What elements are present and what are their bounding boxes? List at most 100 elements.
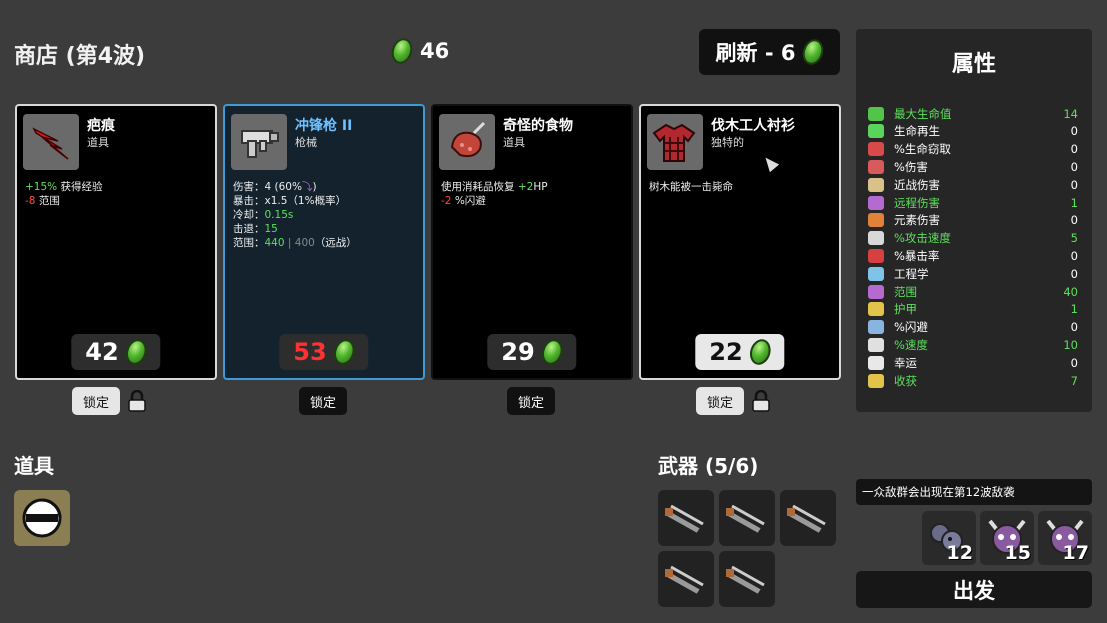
- stat-row: 近战伤害 0: [868, 176, 1078, 193]
- stat-value: 0: [1070, 320, 1078, 335]
- lock-button[interactable]: 锁定: [696, 387, 744, 415]
- smg-icon: [231, 114, 287, 170]
- padlock-icon: [128, 389, 146, 412]
- smg-icon: [724, 504, 765, 536]
- stat-label: 最大生命值: [894, 106, 952, 121]
- smg-icon: [663, 504, 704, 536]
- lock-button[interactable]: 锁定: [299, 387, 347, 415]
- stat-value: 1: [1070, 302, 1078, 317]
- stat-line: 范围：440 | 400（远战）: [233, 237, 357, 249]
- stat-icon: [868, 266, 884, 281]
- card-name: 疤痕: [87, 118, 115, 134]
- items-section-title: 道具: [14, 454, 54, 478]
- shop-card-scar[interactable]: 疤痕 道具 +15% 获得经验 -8 范围 42: [15, 104, 217, 380]
- material-gem-icon: [123, 336, 151, 368]
- stat-label: %闪避: [894, 320, 928, 335]
- stat-row: 工程学 0: [868, 265, 1078, 282]
- stat-line: +15% 获得经验: [25, 181, 103, 193]
- stat-value: 0: [1070, 142, 1078, 157]
- wave-warning: 一众敌群会出现在第12波敌袭: [856, 479, 1092, 505]
- stat-value: 40: [1063, 284, 1078, 299]
- stat-row: %伤害 0: [868, 158, 1078, 175]
- buy-button[interactable]: 22: [695, 334, 785, 370]
- stats-panel-title: 属性: [951, 52, 996, 77]
- lock-button[interactable]: 锁定: [72, 387, 120, 415]
- stat-label: %伤害: [894, 159, 928, 174]
- card-type: 枪械: [295, 136, 317, 149]
- coin-counter: 46: [388, 35, 450, 67]
- stat-icon: [868, 231, 884, 246]
- stat-row: %闪避 0: [868, 319, 1078, 336]
- material-gem-icon: [747, 336, 775, 368]
- stat-icon: [868, 248, 884, 263]
- stat-value: 0: [1070, 266, 1078, 281]
- stat-line: 冷却：0.15s: [233, 209, 294, 221]
- owned-item-slot[interactable]: [14, 490, 70, 546]
- stat-line: 暴击：x1.5（1%概率）: [233, 195, 347, 207]
- material-gem-icon: [388, 35, 416, 67]
- stat-value: 5: [1070, 231, 1078, 246]
- enemy-count: 12: [946, 542, 973, 564]
- stat-value: 1: [1070, 195, 1078, 210]
- enemy-preview: 12: [922, 511, 976, 565]
- stat-row: 远程伤害 1: [868, 194, 1078, 211]
- stat-value: 0: [1070, 159, 1078, 174]
- stat-icon: [868, 373, 884, 388]
- stat-line: 树木能被一击毙命: [649, 181, 733, 193]
- material-gem-icon: [799, 36, 827, 68]
- card-name: 伐木工人衬衫: [711, 118, 795, 134]
- stat-icon: [868, 142, 884, 157]
- stat-value: 0: [1070, 355, 1078, 370]
- price-value: 22: [709, 338, 743, 366]
- smg-icon: [724, 565, 765, 597]
- go-button[interactable]: 出发: [856, 571, 1092, 608]
- stat-row: %攻击速度 5: [868, 230, 1078, 247]
- stat-icon: [868, 124, 884, 139]
- lock-button[interactable]: 锁定: [507, 387, 555, 415]
- stat-value: 7: [1070, 373, 1078, 388]
- helmet-icon: [22, 498, 62, 538]
- stat-line: -8 范围: [25, 195, 60, 207]
- stat-row: %暴击率 0: [868, 247, 1078, 264]
- buy-button[interactable]: 53: [279, 334, 369, 370]
- stat-icon: [868, 337, 884, 352]
- stat-row: 幸运 0: [868, 354, 1078, 371]
- stat-row: 收获 7: [868, 372, 1078, 389]
- owned-weapon-slot[interactable]: [658, 551, 714, 607]
- owned-weapon-slot[interactable]: [780, 490, 836, 546]
- buy-button[interactable]: 42: [71, 334, 161, 370]
- shop-title: 商店 (第4波): [14, 44, 146, 69]
- stat-icon: [868, 106, 884, 121]
- shop-card-lumberjack-shirt[interactable]: 伐木工人衬衫 独特的 树木能被一击毙命 22: [639, 104, 841, 380]
- owned-weapon-slot[interactable]: [658, 490, 714, 546]
- shop-card-smg[interactable]: 冲锋枪 II 枪械 伤害：4 (60%⤵) 暴击：x1.5（1%概率） 冷却：0…: [223, 104, 425, 380]
- stat-icon: [868, 177, 884, 192]
- reroll-button[interactable]: 刷新 - 6: [699, 29, 840, 75]
- stat-line: -2 %闪避: [441, 195, 486, 207]
- stat-label: 近战伤害: [894, 177, 940, 192]
- buy-button[interactable]: 29: [487, 334, 577, 370]
- stat-label: 元素伤害: [894, 213, 940, 228]
- stat-icon: [868, 159, 884, 174]
- stat-value: 0: [1070, 124, 1078, 139]
- card-type: 独特的: [711, 136, 744, 149]
- shop-card-strange-food[interactable]: 奇怪的食物 道具 使用消耗品恢复 +2HP -2 %闪避 29: [431, 104, 633, 380]
- stat-label: 工程学: [894, 266, 929, 281]
- stat-icon: [868, 195, 884, 210]
- owned-weapon-slot[interactable]: [719, 551, 775, 607]
- stat-label: %攻击速度: [894, 231, 951, 246]
- owned-weapon-slot[interactable]: [719, 490, 775, 546]
- card-name: 奇怪的食物: [503, 118, 573, 134]
- card-type: 道具: [87, 136, 109, 149]
- card-type: 道具: [503, 136, 525, 149]
- stat-value: 0: [1070, 177, 1078, 192]
- weapons-section-title: 武器 (5/6): [658, 454, 759, 478]
- stat-line: 击退：15: [233, 223, 278, 235]
- stat-label: 范围: [894, 284, 917, 299]
- stat-row: 护甲 1: [868, 301, 1078, 318]
- stat-row: %速度 10: [868, 336, 1078, 353]
- stat-icon: [868, 302, 884, 317]
- enemy-preview: 17: [1038, 511, 1092, 565]
- stat-row: 范围 40: [868, 283, 1078, 300]
- coin-count: 46: [420, 39, 450, 63]
